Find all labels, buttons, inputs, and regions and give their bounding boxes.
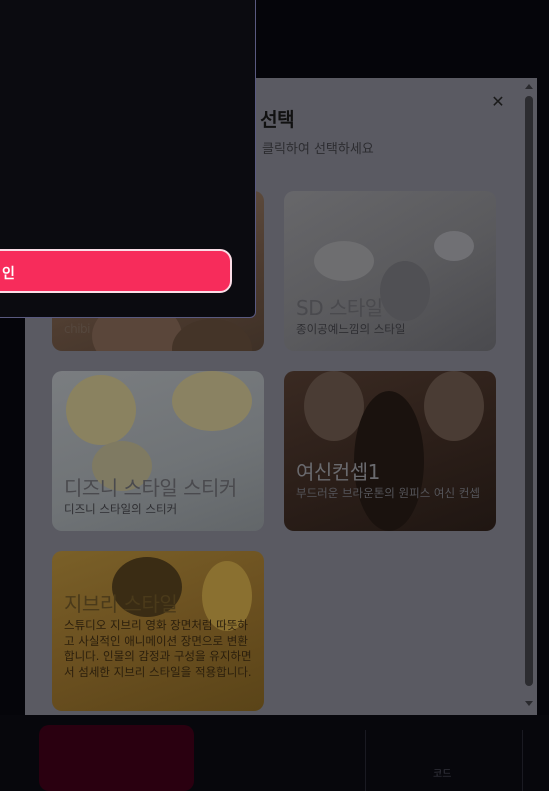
card-image — [314, 241, 374, 281]
close-icon[interactable]: ✕ — [489, 93, 507, 111]
style-card-title: 지브리 스타일 — [64, 592, 178, 616]
style-card-ghibli[interactable]: 지브리 스타일 스튜디오 지브리 영화 장면처럼 따뜻하고 사실적인 애니메이션… — [52, 551, 264, 711]
modal-subtitle: 클릭하여 선택하세요 — [262, 142, 374, 157]
background-divider — [365, 730, 366, 791]
style-card-title: chibi — [64, 322, 91, 336]
style-card-sd[interactable]: SD 스타일 종이공예느낌의 스타일 — [284, 191, 496, 351]
style-card-disney[interactable]: 디즈니 스타일 스티커 디즈니 스타일의 스티커 — [52, 371, 264, 531]
card-image — [66, 375, 136, 445]
scroll-down-arrow-icon[interactable] — [525, 701, 533, 706]
card-image — [172, 371, 252, 431]
background-bottom-label: 코드 — [433, 769, 452, 780]
scrollbar-thumb[interactable] — [525, 96, 533, 686]
background-bottom-card — [39, 725, 194, 791]
style-card-description: 스튜디오 지브리 영화 장면처럼 따뜻하고 사실적인 애니메이션 장면으로 변환… — [64, 618, 252, 679]
card-image — [380, 261, 430, 321]
card-image — [424, 371, 484, 441]
style-card-title: 디즈니 스타일 스티커 — [64, 476, 237, 500]
login-button[interactable]: 인 — [0, 249, 232, 293]
scroll-up-arrow-icon[interactable] — [525, 84, 533, 89]
background-divider — [522, 730, 523, 791]
style-card-goddess[interactable]: 여신컨셉1 부드러운 브라운톤의 원피스 여신 컨셉 — [284, 371, 496, 531]
card-image — [434, 231, 474, 261]
login-button-label: 인 — [2, 266, 15, 282]
card-image — [172, 319, 252, 351]
style-card-title: 여신컨셉1 — [296, 460, 380, 484]
card-image — [304, 371, 364, 441]
style-card-description: 부드러운 브라운톤의 원피스 여신 컨셉 — [296, 486, 480, 500]
style-card-description: 종이공예느낌의 스타일 — [296, 322, 406, 336]
style-card-description: 디즈니 스타일의 스티커 — [64, 502, 178, 516]
style-card-title: SD 스타일 — [296, 296, 383, 320]
